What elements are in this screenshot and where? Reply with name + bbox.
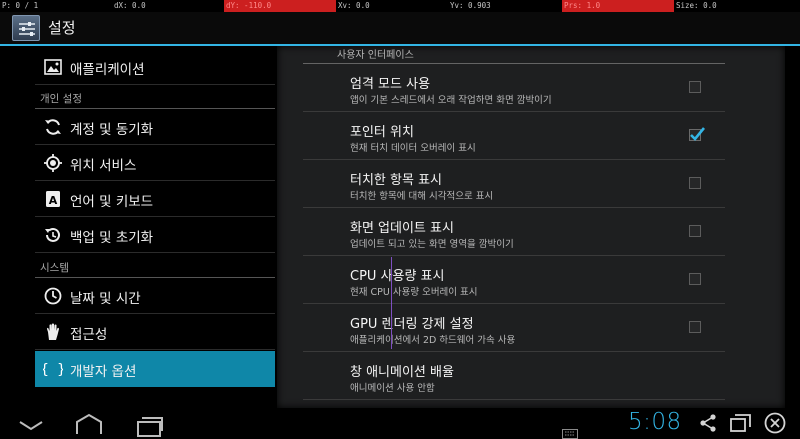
- pointer-trace-line: [391, 257, 392, 349]
- header-item-label: 접근성: [70, 327, 108, 343]
- pointer-size: Size: 0.0: [676, 1, 717, 10]
- pref-title: 터치한 항목 표시: [350, 173, 442, 188]
- developer-options-pane: 사용자 인터페이스 엄격 모드 사용 앱이 기본 스레드에서 오래 작업하면 화…: [277, 46, 785, 408]
- pref-window-animation-scale[interactable]: 창 애니메이션 배율 애니메이션 사용 안함: [303, 352, 725, 400]
- location-icon: [43, 153, 63, 173]
- header-item-label: 언어 및 키보드: [70, 194, 154, 210]
- pref-summary: 현재 터치 데이터 오버레이 표시: [350, 143, 476, 154]
- system-navigation-bar: 5:08: [0, 408, 800, 439]
- pref-title: 엄격 모드 사용: [350, 77, 431, 92]
- category-system: 시스템: [40, 262, 69, 274]
- pref-title: 창 애니메이션 배율: [350, 365, 454, 380]
- header-item-label: 애플리케이션: [70, 62, 145, 78]
- svg-text:{ }: { }: [43, 362, 63, 378]
- status-clock[interactable]: 5:08: [628, 409, 682, 435]
- pref-summary: 앱이 기본 스레드에서 오래 작업하면 화면 깜박이기: [350, 95, 552, 106]
- header-item-label: 날짜 및 시간: [70, 291, 141, 307]
- hide-keyboard-icon[interactable]: [18, 418, 44, 437]
- home-icon[interactable]: [74, 412, 104, 439]
- section-title: 사용자 인터페이스: [337, 50, 414, 61]
- close-icon[interactable]: [764, 412, 786, 438]
- pref-title: 화면 업데이트 표시: [350, 221, 454, 236]
- header-item-label: 계정 및 동기화: [70, 122, 154, 138]
- pref-summary: 현재 CPU 사용량 오버레이 표시: [350, 287, 478, 298]
- pointer-location-bar: P: 0 / 1 dX: 0.0 dY: -110.0 Xv: 0.0 Yv: …: [0, 0, 800, 12]
- clock-icon: [43, 286, 63, 306]
- header-item-label: 백업 및 초기화: [70, 230, 154, 246]
- strict-mode-checkbox[interactable]: [689, 81, 701, 93]
- pref-show-cpu-usage[interactable]: CPU 사용량 표시 현재 CPU 사용량 오버레이 표시: [303, 256, 725, 304]
- header-item-language[interactable]: A 언어 및 키보드: [35, 181, 275, 217]
- pref-summary: 터치한 항목에 대해 시각적으로 표시: [350, 191, 494, 202]
- header-item-developer-options[interactable]: { } 개발자 옵션: [35, 351, 275, 387]
- language-icon: A: [43, 189, 63, 209]
- keyboard-icon[interactable]: [562, 424, 578, 439]
- pointer-count: P: 0 / 1: [2, 1, 39, 10]
- screen-mirror-icon[interactable]: [730, 413, 752, 437]
- settings-app-icon[interactable]: [12, 15, 40, 41]
- pref-show-screen-updates[interactable]: 화면 업데이트 표시 업데이트 되고 있는 화면 영역을 깜박이기: [303, 208, 725, 256]
- pref-summary: 업데이트 되고 있는 화면 영역을 깜박이기: [350, 239, 514, 250]
- show-cpu-usage-checkbox[interactable]: [689, 273, 701, 285]
- pointer-yv: Yv: 0.903: [450, 1, 491, 10]
- hand-icon: [43, 322, 63, 342]
- recent-apps-icon[interactable]: [136, 414, 164, 439]
- header-item-apps[interactable]: 애플리케이션: [35, 49, 275, 85]
- header-item-accounts[interactable]: 계정 및 동기화: [35, 109, 275, 145]
- pref-title: 포인터 위치: [350, 125, 414, 140]
- pref-show-touches[interactable]: 터치한 항목 표시 터치한 항목에 대해 시각적으로 표시: [303, 160, 725, 208]
- category-personal: 개인 설정: [40, 93, 82, 105]
- pref-summary: 애플리케이션에서 2D 하드웨어 가속 사용: [350, 335, 516, 346]
- pref-strict-mode[interactable]: 엄격 모드 사용 앱이 기본 스레드에서 오래 작업하면 화면 깜박이기: [303, 64, 725, 112]
- pref-force-gpu-rendering[interactable]: GPU 렌더링 강제 설정 애플리케이션에서 2D 하드웨어 가속 사용: [303, 304, 725, 352]
- pointer-dx: dX: 0.0: [114, 1, 146, 10]
- force-gpu-checkbox[interactable]: [689, 321, 701, 333]
- show-screen-updates-checkbox[interactable]: [689, 225, 701, 237]
- pref-summary: 애니메이션 사용 안함: [350, 383, 435, 394]
- settings-header-list: 애플리케이션 개인 설정 계정 및 동기화 위치 서비스 A 언어 및 키보드 …: [0, 46, 276, 394]
- header-item-label: 위치 서비스: [70, 158, 137, 174]
- header-item-backup[interactable]: 백업 및 초기화: [35, 217, 275, 253]
- pointer-xv: Xv: 0.0: [338, 1, 370, 10]
- header-item-label: 개발자 옵션: [70, 364, 137, 380]
- pointer-dy: dY: -110.0: [224, 0, 336, 12]
- pref-title: GPU 렌더링 강제 설정: [350, 317, 474, 332]
- show-touches-checkbox[interactable]: [689, 177, 701, 189]
- header-item-date-time[interactable]: 날짜 및 시간: [35, 278, 275, 314]
- share-icon[interactable]: [698, 413, 718, 437]
- checkmark-icon: [690, 127, 706, 141]
- svg-text:A: A: [49, 194, 58, 207]
- app-title: 설정: [48, 19, 76, 37]
- pref-title: CPU 사용량 표시: [350, 269, 445, 284]
- pointer-location-checkbox[interactable]: [689, 127, 706, 141]
- braces-icon: { }: [40, 359, 65, 379]
- pref-pointer-location[interactable]: 포인터 위치 현재 터치 데이터 오버레이 표시: [303, 112, 725, 160]
- header-item-location[interactable]: 위치 서비스: [35, 145, 275, 181]
- apps-icon: [43, 57, 63, 77]
- action-bar: 설정: [0, 12, 800, 44]
- backup-icon: [43, 225, 63, 245]
- header-item-accessibility[interactable]: 접근성: [35, 314, 275, 350]
- pointer-pressure: Prs: 1.0: [562, 0, 674, 12]
- sync-icon: [43, 117, 63, 137]
